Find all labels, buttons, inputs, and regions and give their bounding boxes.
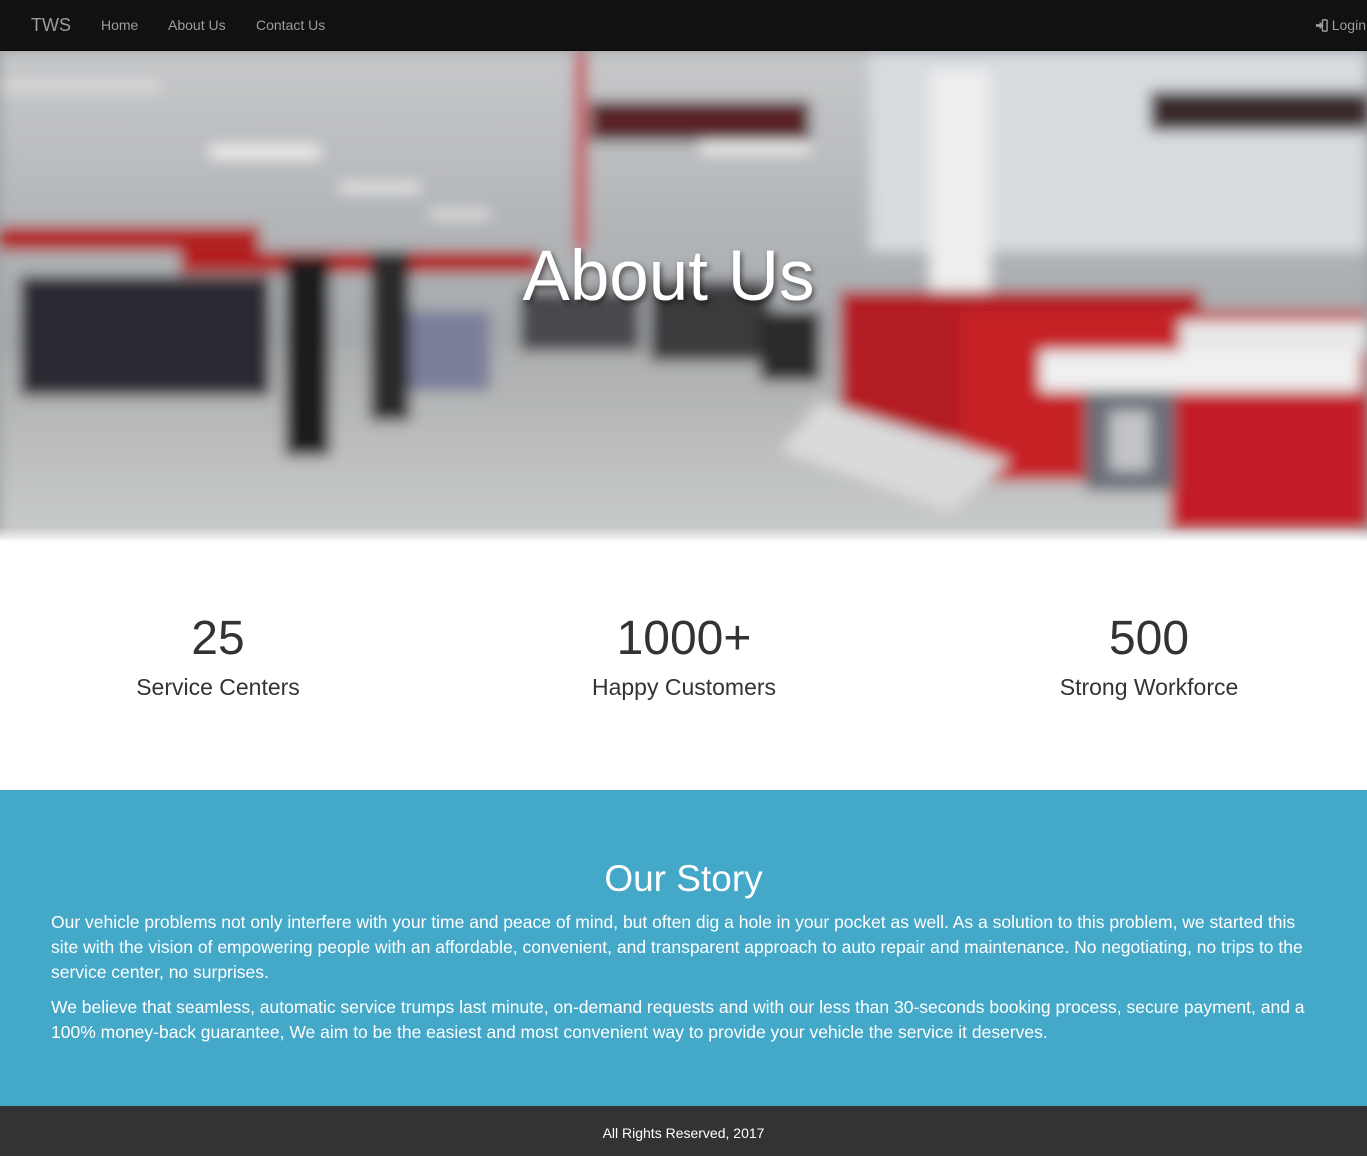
nav-link-home[interactable]: Home: [101, 17, 138, 33]
hero-title: About Us: [522, 237, 815, 316]
story-paragraph: Our vehicle problems not only interfere …: [51, 912, 1303, 982]
sign-in-icon: [1315, 18, 1328, 32]
copyright-text: All Rights Reserved, 2017: [602, 1125, 765, 1141]
page-footer: All Rights Reserved, 2017: [0, 1106, 1367, 1156]
hero-bottom-fade: [0, 527, 1367, 541]
top-navbar: TWS Home About Us Contact Us Login: [0, 0, 1367, 51]
story-paragraph: We believe that seamless, automatic serv…: [51, 997, 1305, 1042]
stat-label: Service Centers: [136, 674, 300, 700]
login-link[interactable]: Login: [1315, 17, 1366, 33]
stat-value: 25: [191, 612, 245, 665]
stats-section: 25 Service Centers 1000+ Happy Customers…: [0, 541, 1367, 790]
stat-happy-customers: 1000+ Happy Customers: [484, 613, 884, 701]
brand-logo[interactable]: TWS: [31, 15, 71, 36]
login-label: Login: [1331, 17, 1366, 33]
our-story-section: Our Story Our vehicle problems not only …: [0, 790, 1367, 1106]
stat-label: Happy Customers: [591, 674, 777, 700]
stat-strong-workforce: 500 Strong Workforce: [949, 613, 1349, 701]
stat-value: 500: [1108, 612, 1190, 665]
stat-service-centers: 25 Service Centers: [18, 613, 418, 701]
nav-link-about-us[interactable]: About Us: [168, 17, 226, 33]
stat-label: Strong Workforce: [1059, 674, 1239, 700]
hero-banner: About Us: [0, 51, 1367, 541]
stat-value: 1000+: [616, 612, 752, 665]
nav-link-contact-us[interactable]: Contact Us: [256, 17, 325, 33]
story-title: Our Story: [604, 858, 763, 899]
